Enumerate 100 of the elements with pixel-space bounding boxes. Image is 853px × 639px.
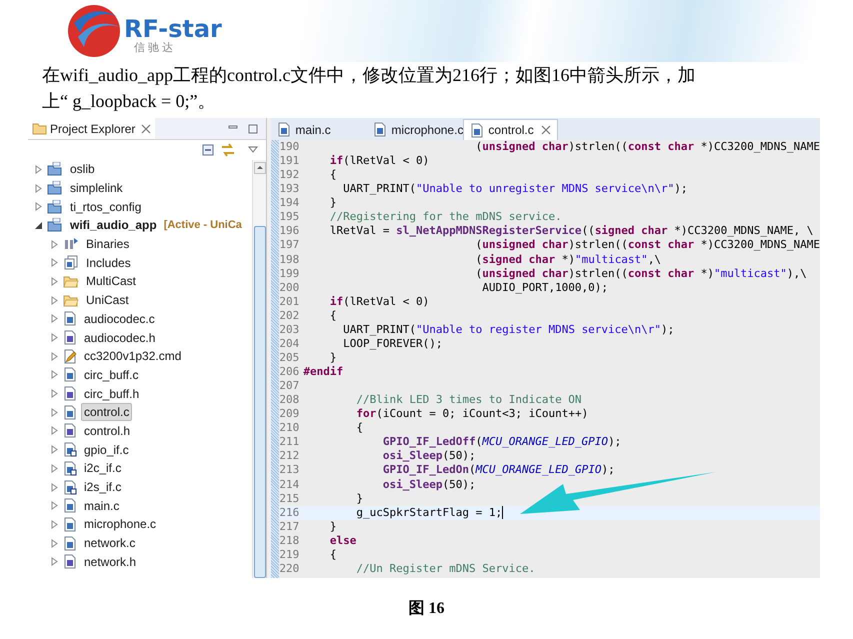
collapsed-triangle-icon[interactable] [50,370,59,380]
code-text: { [328,308,337,322]
file-icon [63,311,77,326]
tree-item[interactable]: MultiCast [83,272,140,290]
collapse-all-icon[interactable] [202,144,214,156]
code-text: ( [474,238,482,252]
collapsed-triangle-icon[interactable] [50,333,59,342]
collapsed-triangle-icon[interactable] [50,408,59,417]
file-icon [63,330,77,346]
tree-item[interactable]: control.c [81,403,132,422]
tree-item[interactable]: circ_buff.h [81,384,142,403]
tree-item[interactable]: cc3200v1p32.cmd [81,347,184,366]
tree-item[interactable]: ti_rtos_config [67,198,144,216]
tree-item[interactable]: audiocodec.h [81,328,158,347]
editor-tab[interactable]: main.c [271,119,368,140]
line-number: 215 [279,492,300,506]
collapsed-triangle-icon[interactable] [50,445,59,454]
tree-item[interactable]: Binaries [83,235,132,254]
collapsed-triangle-icon[interactable] [50,389,59,398]
collapsed-triangle-icon[interactable] [50,296,59,305]
file-icon [63,404,77,420]
collapsed-triangle-icon[interactable] [50,276,59,286]
code-text: if [328,294,344,308]
tree-item[interactable]: Includes [83,254,134,272]
file-icon [63,367,77,382]
maximize-icon[interactable] [248,124,258,134]
editor-tab[interactable]: control.c [463,119,558,140]
collapsed-triangle-icon[interactable] [50,258,59,268]
line-number: 200 [279,280,300,295]
text-cursor [502,506,504,520]
code-text: UART_PRINT( [342,182,416,196]
collapsed-triangle-icon[interactable] [50,352,59,361]
code-text: "Unable to unregister MDNS service\n\r" [416,182,674,196]
collapsed-triangle-icon[interactable] [50,240,59,249]
code-text: AUDIO_PORT,1000,0); [481,280,608,294]
collapsed-triangle-icon[interactable] [50,557,59,566]
code-text: const char [628,140,694,154]
code-text: *)CC3200_MDNS_NAME, \ [673,224,814,238]
code-text: *) [560,252,575,266]
collapsed-triangle-icon[interactable] [34,202,43,212]
collapsed-triangle-icon[interactable] [34,164,43,174]
tree-item[interactable]: gpio_if.c [81,440,132,459]
scrollbar-thumb[interactable] [254,226,266,578]
tree-item[interactable]: control.h [81,422,134,440]
code-text: const char [628,266,694,280]
expanded-triangle-icon[interactable] [34,220,43,230]
collapsed-triangle-icon[interactable] [50,482,59,492]
code-text: "multicast" [714,266,787,280]
link-arrows-icon[interactable] [220,143,236,157]
close-icon[interactable] [141,124,152,134]
tree-item[interactable]: oslib [67,160,98,178]
tree-item[interactable]: i2c_if.c [81,459,124,478]
code-text: ); [674,182,688,196]
collapsed-triangle-icon[interactable] [34,184,43,193]
line-number: 205 [279,350,300,365]
panel-tab[interactable]: Project Explorer [28,118,156,139]
file-icon [63,536,77,551]
collapsed-triangle-icon[interactable] [50,426,59,436]
line-number: 196 [279,224,300,238]
code-text: (50); [442,449,476,462]
line-number: 201 [279,294,300,309]
line-number: 212 [279,449,300,464]
tree-item[interactable]: circ_buff.c [81,366,142,384]
close-icon[interactable] [540,125,551,135]
collapsed-triangle-icon[interactable] [50,314,59,324]
code-text: ( [474,252,482,266]
code-text: *) [700,266,714,280]
view-menu-icon[interactable] [248,146,258,154]
code-text: if [328,154,344,168]
line-number: 206 [279,365,300,380]
tree-item[interactable]: network.c [81,534,138,552]
tree-item[interactable]: wifi_audio_app [67,216,160,234]
scroll-up-icon[interactable] [254,162,266,174]
tree-item[interactable]: simplelink [67,179,126,198]
editor-tab[interactable]: microphone.c [367,119,464,140]
tree-item[interactable]: microphone.c [81,515,160,534]
collapsed-triangle-icon[interactable] [50,538,59,548]
file-icon [277,122,292,137]
code-text: ( [468,463,476,476]
code-text: )strlen(( [568,266,628,280]
collapsed-triangle-icon[interactable] [50,464,59,473]
scrollbar[interactable] [252,160,266,578]
collapsed-triangle-icon[interactable] [50,520,59,529]
code-text: MCU_ORANGE_LED_GPIO [476,463,602,476]
tree-item[interactable]: audiocodec.c [81,310,158,328]
tree-item[interactable]: main.c [81,496,122,515]
file-icon [373,122,388,137]
tree-item[interactable]: UniCast [83,291,132,310]
tree-item[interactable]: i2s_if.c [81,478,124,496]
code-text: } [355,492,364,505]
tree-item[interactable]: network.h [81,552,140,571]
code-text: ,\ [648,252,662,266]
code-text: } [328,196,337,210]
line-number: 209 [279,407,300,422]
line-number: 197 [279,238,300,252]
code-text: sl_NetAppMDNSRegisterService [396,224,582,238]
instruction-text: 在wifi_audio_app工程的control.c文件中，修改位置为216行；如图16中箭头所示，加上“ g_loopback = 0;”。 [41,64,696,113]
line-number: 220 [279,562,300,576]
collapsed-triangle-icon[interactable] [50,501,59,510]
code-text: } [328,520,337,533]
